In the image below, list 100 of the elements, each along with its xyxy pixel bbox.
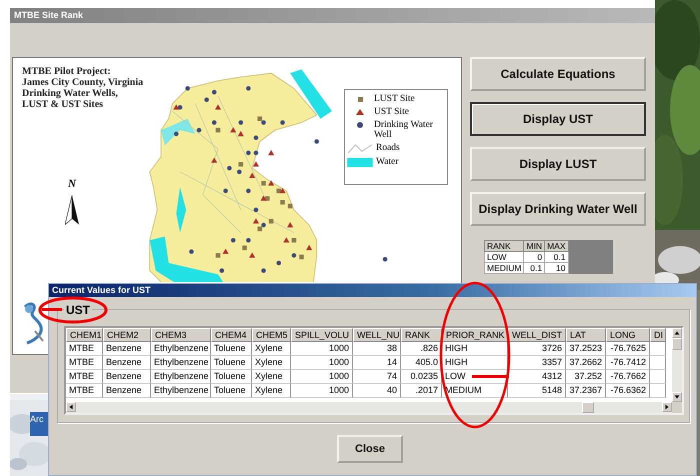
dialog-title: Current Values for UST [49, 284, 696, 297]
scroll-up-icon[interactable] [672, 328, 682, 338]
annotation-line [42, 308, 62, 311]
column-header[interactable]: WELL_NU [353, 328, 401, 342]
table-cell: Toluene [211, 370, 252, 384]
table-cell: -76.6362 [606, 384, 650, 398]
dot-symbol-icon [355, 120, 365, 130]
table-cell: -76.7662 [606, 370, 650, 384]
command-button[interactable]: Calculate Equations [470, 57, 646, 91]
map-title-line: MTBE Pilot Project: [22, 66, 112, 77]
road-symbol-icon [347, 143, 373, 154]
table-cell: Xylene [252, 384, 291, 398]
table-cell: -76.7625 [606, 342, 650, 356]
column-header: RANK [484, 240, 524, 252]
table-cell: Toluene [211, 356, 252, 370]
legend-label: Roads [376, 143, 401, 153]
table-cell: 405.0 [401, 356, 442, 370]
table-cell: MTBE [66, 342, 103, 356]
table-cell: MTBE [66, 370, 103, 384]
command-button[interactable]: Display Drinking Water Well [470, 192, 646, 226]
table-cell: -76.7412 [606, 356, 650, 370]
table-cell: Xylene [252, 370, 291, 384]
table-cell: Benzene [103, 370, 151, 384]
table-cell: 0 [524, 252, 545, 262]
data-grid[interactable] [64, 326, 684, 415]
map-title-line: Drinking Water Wells, [22, 88, 119, 99]
table-cell: 38 [353, 342, 401, 356]
table-cell: Toluene [211, 384, 252, 398]
horizontal-scrollbar[interactable] [66, 402, 672, 413]
table-cell: 0.1 [544, 252, 568, 262]
table-cell: 0.1 [524, 262, 545, 274]
column-header[interactable]: CHEM3 [151, 328, 211, 342]
square-symbol-icon [355, 94, 365, 104]
scroll-thumb[interactable] [672, 338, 682, 350]
table-cell: 5148 [508, 384, 566, 398]
command-button[interactable]: Display LUST [470, 147, 646, 181]
legend-label: UST Site [374, 107, 410, 117]
table-cell: Xylene [252, 356, 291, 370]
table-cell: MTBE [66, 384, 103, 398]
table-cell: .2017 [401, 384, 442, 398]
table-cell: 74 [353, 370, 401, 384]
map-title-line: James City County, Virginia [22, 77, 144, 88]
scroll-thumb[interactable] [582, 402, 594, 413]
column-header: MIN [524, 240, 545, 252]
table-cell: 37.252 [566, 370, 606, 384]
table-cell: 1000 [291, 370, 353, 384]
annotation-ellipse [38, 296, 108, 324]
table-cell: 37.2367 [566, 384, 606, 398]
water-symbol-icon [347, 157, 373, 168]
table-cell: 1000 [291, 356, 353, 370]
triangle-symbol-icon [355, 107, 365, 117]
table-cell: .826 [401, 342, 442, 356]
command-button[interactable]: Display UST [470, 102, 646, 136]
column-header[interactable]: PRIOR_RANK [442, 328, 508, 342]
table-cell: HIGH [442, 356, 508, 370]
table-cell: 0.0235 [401, 370, 442, 384]
column-header[interactable]: RANK [401, 328, 442, 342]
column-header[interactable]: LONG [606, 328, 650, 342]
close-button[interactable]: Close [337, 435, 403, 463]
table-cell: Xylene [252, 342, 291, 356]
north-label: N [68, 178, 76, 190]
table-cell: Benzene [103, 384, 151, 398]
annotation-line [472, 375, 509, 378]
desktop-icon-label[interactable]: Arc [30, 412, 48, 436]
window-title: MTBE Site Rank [10, 8, 655, 23]
legend-label: LUST Site [374, 94, 416, 104]
column-header[interactable]: CHEM5 [252, 328, 291, 342]
table-cell: MEDIUM [484, 262, 524, 274]
scroll-right-icon[interactable] [662, 402, 672, 412]
table-cell: 3357 [508, 356, 566, 370]
table-cell: Ethylbenzene [151, 384, 211, 398]
legend-label: Water [376, 157, 400, 167]
table-cell: Ethylbenzene [151, 356, 211, 370]
table-cell: Benzene [103, 356, 151, 370]
column-header[interactable]: DI [650, 328, 666, 342]
table-cell: LOW [484, 252, 524, 262]
table-cell: Toluene [211, 342, 252, 356]
column-header[interactable]: CHEM2 [103, 328, 151, 342]
column-header[interactable]: WELL_DIST [508, 328, 566, 342]
column-header[interactable]: SPILL_VOLU [291, 328, 353, 342]
table-cell: 4312 [508, 370, 566, 384]
column-header: MAX [544, 240, 568, 252]
column-header[interactable]: LAT [566, 328, 606, 342]
scroll-down-icon[interactable] [672, 392, 682, 402]
table-cell: 3726 [508, 342, 566, 356]
vertical-scrollbar[interactable] [672, 328, 682, 402]
scroll-left-icon[interactable] [66, 402, 76, 412]
table-cell: 37.2662 [566, 356, 606, 370]
legend-label: Drinking Water Well [374, 120, 434, 140]
column-header[interactable]: CHEM1 [66, 328, 103, 342]
table-cell: 10 [544, 262, 568, 274]
map-title-line: LUST & UST Sites [22, 99, 104, 110]
table-cell: Ethylbenzene [151, 370, 211, 384]
table-cell: 1000 [291, 384, 353, 398]
table-cell: Benzene [103, 342, 151, 356]
column-header[interactable]: CHEM4 [211, 328, 252, 342]
group-label: UST [64, 303, 92, 317]
table-cell: HIGH [442, 342, 508, 356]
table-cell: 1000 [291, 342, 353, 356]
table-cell: 40 [353, 384, 401, 398]
